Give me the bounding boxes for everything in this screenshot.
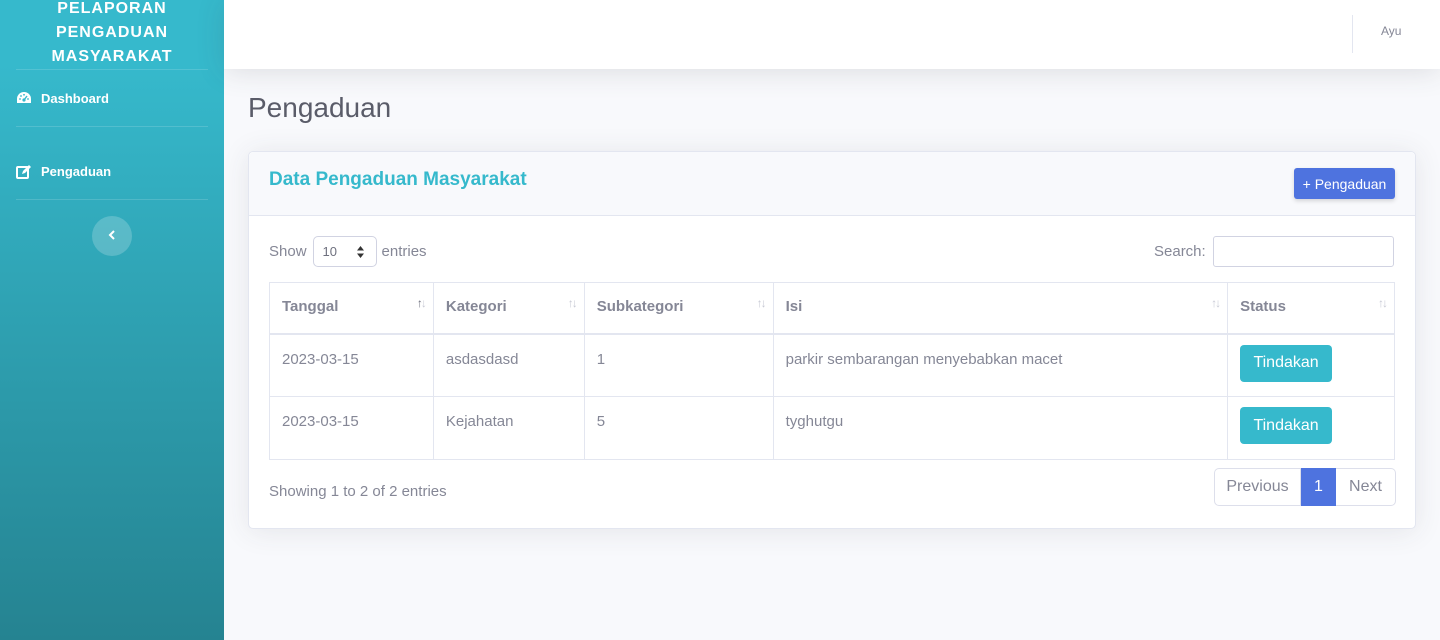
brand-line-2: PENGADUAN: [55, 24, 169, 41]
sidebar-item-pengaduan[interactable]: Pengaduan: [16, 160, 208, 182]
column-header-tanggal[interactable]: Tanggal ↑↓: [269, 282, 434, 335]
column-header-subkategori[interactable]: Subkategori ↑↓: [583, 282, 774, 335]
table-row: 2023-03-15 asdasdasd 1 parkir sembaranga…: [269, 333, 1395, 397]
sort-icon: ↑↓: [567, 296, 578, 310]
table-info: Showing 1 to 2 of 2 entries: [269, 483, 447, 500]
topbar: Ayu: [224, 0, 1440, 69]
cell-isi: tyghutgu: [772, 396, 1229, 460]
cell-tanggal: 2023-03-15: [269, 396, 434, 460]
sidebar-item-label: Pengaduan: [41, 163, 112, 179]
cell-tanggal: 2023-03-15: [269, 333, 434, 397]
search-label: Search:: [1154, 243, 1206, 260]
sort-icon: ↑↓: [1211, 296, 1221, 310]
topbar-divider: [1352, 15, 1353, 53]
cell-subkategori: 5: [583, 396, 774, 460]
table-row: 2023-03-15 Kejahatan 5 tyghutgu Tindakan: [269, 396, 1395, 460]
column-header-label: Tanggal: [282, 298, 339, 315]
column-header-kategori[interactable]: Kategori ↑↓: [432, 282, 585, 335]
user-name[interactable]: Ayu: [1381, 24, 1401, 38]
sidebar: PELAPORAN PENGADUAN MASYARAKAT Dashboard: [0, 0, 224, 640]
sidebar-item-label: Dashboard: [41, 90, 109, 106]
sidebar-item-dashboard[interactable]: Dashboard: [16, 87, 208, 109]
search-control: Search:: [1154, 236, 1394, 267]
cell-isi: parkir sembarangan menyebabkan macet: [772, 333, 1229, 397]
sidebar-toggle-button[interactable]: [92, 216, 132, 256]
column-header-label: Subkategori: [596, 298, 684, 315]
column-header-label: Kategori: [445, 298, 507, 315]
show-label: Show: [269, 243, 307, 260]
column-header-isi[interactable]: Isi ↑↓: [772, 282, 1229, 335]
sort-arrows-icon: [356, 246, 364, 258]
tachometer-icon: [16, 90, 32, 106]
column-header-label: Isi: [785, 298, 803, 315]
data-card: Data Pengaduan Masyarakat + Pengaduan Sh…: [248, 151, 1416, 529]
table-header-row: Tanggal ↑↓ Kategori ↑↓ Subkategori ↑↓ Isi ↑↓…: [269, 282, 1395, 335]
card-title: Data Pengaduan Masyarakat: [269, 169, 527, 190]
brand-line-3: MASYARAKAT: [51, 48, 173, 65]
chevron-left-icon: [108, 227, 116, 245]
page-title: Pengaduan: [248, 92, 392, 123]
sidebar-brand[interactable]: PELAPORAN PENGADUAN MASYARAKAT: [0, 0, 224, 69]
column-header-label: Status: [1240, 298, 1286, 315]
card-header: Data Pengaduan Masyarakat + Pengaduan: [249, 152, 1415, 216]
search-input[interactable]: [1212, 236, 1394, 267]
entries-label: entries: [381, 243, 427, 260]
pagination: Previous 1 Next: [1214, 468, 1396, 506]
entries-select[interactable]: 10: [312, 236, 377, 267]
add-pengaduan-button[interactable]: + Pengaduan: [1294, 168, 1395, 199]
sidebar-divider: [16, 199, 208, 200]
cell-status: Tindakan: [1227, 396, 1395, 460]
sidebar-divider: [16, 126, 208, 127]
sort-icon: ↑↓: [1378, 296, 1388, 310]
cell-kategori: asdasdasd: [432, 333, 585, 397]
entries-length-control: Show 10 entries: [269, 236, 427, 267]
pagination-page-1[interactable]: 1: [1301, 468, 1336, 506]
pengaduan-table: Tanggal ↑↓ Kategori ↑↓ Subkategori ↑↓ Isi ↑↓…: [269, 282, 1395, 460]
tindakan-button[interactable]: Tindakan: [1240, 344, 1333, 382]
cell-kategori: Kejahatan: [432, 396, 585, 460]
column-header-status[interactable]: Status ↑↓: [1227, 282, 1395, 335]
entries-select-value: 10: [322, 244, 337, 259]
cell-status: Tindakan: [1227, 333, 1395, 397]
tindakan-button[interactable]: Tindakan: [1240, 407, 1333, 444]
brand-line-1: PELAPORAN: [57, 0, 167, 17]
sort-icon: ↑↓: [416, 296, 427, 310]
cell-subkategori: 1: [583, 333, 774, 397]
sidebar-divider: [16, 69, 208, 70]
edit-icon: [16, 163, 32, 179]
pagination-next[interactable]: Next: [1336, 468, 1396, 506]
pagination-previous[interactable]: Previous: [1214, 468, 1301, 506]
sort-icon: ↑↓: [756, 296, 767, 310]
